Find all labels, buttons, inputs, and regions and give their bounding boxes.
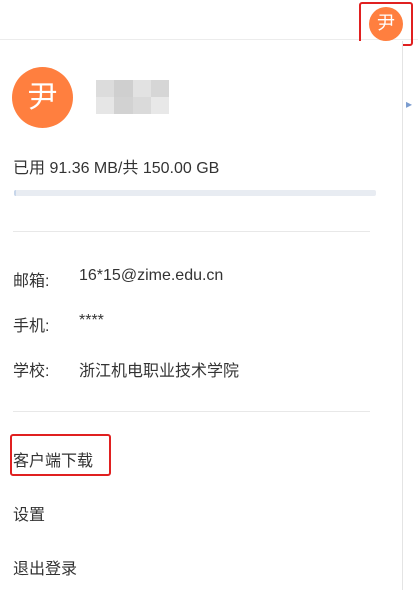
phone-label: 手机: <box>13 318 50 335</box>
client-download-link[interactable]: 客户端下载 <box>13 447 93 471</box>
email-label: 邮箱: <box>13 273 50 290</box>
divider <box>13 231 370 232</box>
school-value: 浙江机电职业技术学院 <box>79 363 240 380</box>
settings-link[interactable]: 设置 <box>13 501 45 525</box>
phone-value: **** <box>79 312 104 329</box>
user-dropdown-panel <box>0 41 403 590</box>
divider <box>13 411 370 412</box>
school-label: 学校: <box>13 363 50 380</box>
top-avatar-button[interactable]: 尹 <box>369 7 403 41</box>
chevron-right-icon: ▸ <box>406 97 413 111</box>
top-bar: 尹 <box>0 0 418 46</box>
logout-link[interactable]: 退出登录 <box>13 555 77 579</box>
blurred-username <box>96 80 169 114</box>
storage-usage-text: 已用 91.36 MB/共 150.00 GB <box>13 160 220 177</box>
email-value: 16*15@zime.edu.cn <box>79 267 224 284</box>
storage-progress-bar <box>14 190 376 196</box>
avatar: 尹 <box>12 67 73 128</box>
storage-progress-fill <box>14 190 16 196</box>
top-avatar-highlight: 尹 <box>359 2 413 46</box>
